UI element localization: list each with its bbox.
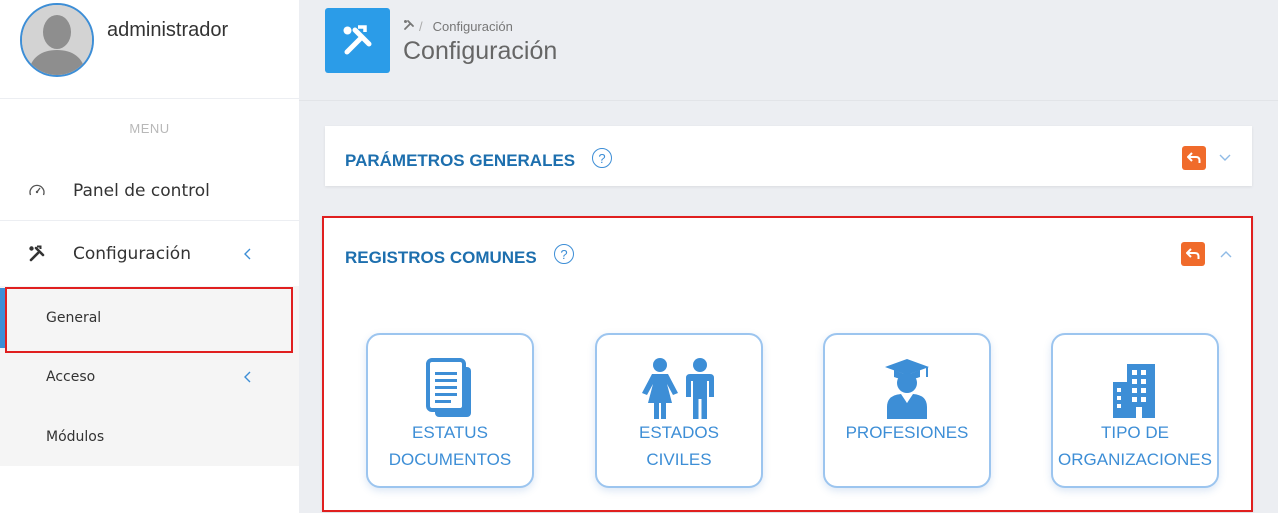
building-icon [1053,355,1217,425]
username: administrador [107,19,229,41]
menu-title: MENU [129,121,170,136]
tile-profesiones[interactable]: PROFESIONES [823,333,991,488]
tools-icon [26,243,48,265]
tile-label: ORGANIZACIONES [1058,450,1212,469]
help-icon[interactable]: ? [592,148,612,168]
configuracion-submenu: General Acceso Módulos [0,286,299,466]
sidebar: administrador MENU Panel de control Conf… [0,0,299,513]
tile-label: ESTADOS [639,423,719,442]
undo-button[interactable] [1182,146,1206,170]
page-header: / Configuración Configuración [299,0,1278,101]
chevron-down-icon[interactable] [1217,150,1233,166]
tile-label: DOCUMENTOS [388,450,512,469]
submenu-item-label: Módulos [46,429,105,445]
tile-tipo-de-organizaciones[interactable]: TIPO DE ORGANIZACIONES [1051,333,1219,488]
graduate-icon [825,355,989,425]
sidebar-item-label: Configuración [73,244,191,264]
section-title[interactable]: REGISTROS COMUNES [345,248,537,268]
chevron-left-icon[interactable] [240,246,256,262]
tile-label: TIPO DE [1100,423,1169,442]
chevron-up-icon[interactable] [1218,246,1234,262]
sidebar-item-label: Panel de control [73,180,210,201]
submenu-item-label: General [46,310,102,326]
breadcrumb: / Configuración [403,19,513,34]
submenu-item-general[interactable]: General [0,287,299,353]
submenu-item-modulos[interactable]: Módulos [0,407,299,467]
breadcrumb-current: Configuración [432,19,513,34]
submenu-item-label: Acceso [46,369,96,385]
chevron-left-icon[interactable] [240,369,256,385]
sidebar-item-panel-de-control[interactable]: Panel de control [0,161,299,221]
breadcrumb-separator: / [419,19,423,34]
sidebar-item-configuracion[interactable]: Configuración [0,224,299,284]
undo-arrow-icon [1186,248,1200,259]
speedometer-icon [26,180,48,202]
avatar[interactable] [20,3,94,77]
documents-icon [368,355,532,425]
user-profile: administrador [0,0,299,99]
submenu-item-acceso[interactable]: Acceso [0,347,299,407]
section-registros-comunes: REGISTROS COMUNES ? ESTATUS DOCUMENTOS E… [322,216,1253,512]
section-parametros-generales: PARÁMETROS GENERALES ? [325,126,1252,186]
undo-button[interactable] [1181,242,1205,266]
tools-icon[interactable] [403,19,415,34]
people-icon [597,355,761,425]
user-silhouette-icon [22,5,92,75]
section-title[interactable]: PARÁMETROS GENERALES [345,151,575,171]
tile-estados-civiles[interactable]: ESTADOS CIVILES [595,333,763,488]
tile-label: ESTATUS [412,423,488,442]
tile-label: PROFESIONES [845,423,969,442]
help-icon[interactable]: ? [554,244,574,264]
tile-label: CIVILES [646,450,712,469]
page-title: Configuración [403,37,558,65]
tile-estatus-documentos[interactable]: ESTATUS DOCUMENTOS [366,333,534,488]
undo-arrow-icon [1187,152,1201,163]
tools-icon [325,8,390,73]
